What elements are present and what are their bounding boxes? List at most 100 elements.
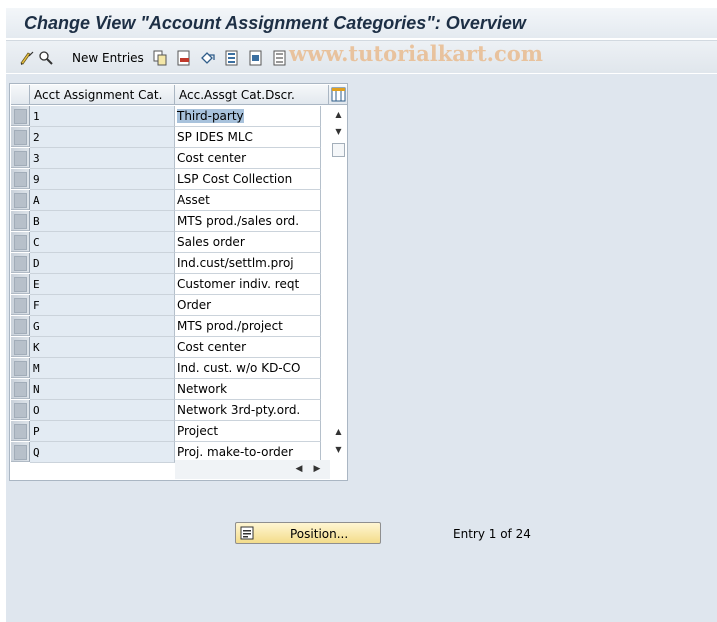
row-selector[interactable] [11, 400, 30, 420]
table-row[interactable]: B MTS prod./sales ord. [11, 211, 329, 232]
cell-acct-cat[interactable]: C [30, 232, 175, 253]
cell-description[interactable]: MTS prod./project [175, 316, 321, 337]
scroll-right-icon[interactable]: ▶ [309, 461, 325, 478]
row-selector[interactable] [11, 127, 30, 147]
cell-acct-cat[interactable]: 1 [30, 106, 175, 127]
edit-display-icon[interactable] [19, 50, 35, 66]
table-row[interactable]: 9 LSP Cost Collection [11, 169, 329, 190]
select-all-rows-header[interactable] [11, 85, 30, 105]
copy-icon[interactable] [152, 50, 168, 66]
table-row[interactable]: O Network 3rd-pty.ord. [11, 400, 329, 421]
cell-acct-cat[interactable]: N [30, 379, 175, 400]
cell-description[interactable]: Cost center [175, 148, 321, 169]
cell-acct-cat[interactable]: M [30, 358, 175, 379]
cell-description[interactable]: Order [175, 295, 321, 316]
cell-description-text: Cost center [177, 340, 247, 354]
scroll-up-icon[interactable]: ▲ [330, 106, 347, 123]
select-all-icon[interactable] [224, 50, 240, 66]
row-selector[interactable] [11, 274, 30, 294]
cell-acct-cat[interactable]: F [30, 295, 175, 316]
row-selector[interactable] [11, 379, 30, 399]
cell-description[interactable]: Ind.cust/settlm.proj [175, 253, 321, 274]
cell-description-text: Third-party [177, 109, 244, 123]
cell-description-text: Order [177, 298, 212, 312]
row-selector[interactable] [11, 148, 30, 168]
cell-acct-cat[interactable]: B [30, 211, 175, 232]
row-selector[interactable] [11, 421, 30, 441]
cell-description[interactable]: LSP Cost Collection [175, 169, 321, 190]
row-selector[interactable] [11, 190, 30, 210]
row-selector[interactable] [11, 358, 30, 378]
cell-acct-cat[interactable]: Q [30, 442, 175, 463]
table-row[interactable]: 1 Third-party [11, 106, 329, 127]
cell-description-text: Sales order [177, 235, 245, 249]
undo-icon[interactable] [200, 50, 216, 66]
table-row[interactable]: P Project [11, 421, 329, 442]
cell-description[interactable]: Third-party [175, 106, 321, 127]
table-row[interactable]: A Asset [11, 190, 329, 211]
table-row[interactable]: C Sales order [11, 232, 329, 253]
delete-icon[interactable] [176, 50, 192, 66]
table-row[interactable]: F Order [11, 295, 329, 316]
cell-description[interactable]: Cost center [175, 337, 321, 358]
scroll-left-icon[interactable]: ◀ [291, 461, 307, 478]
row-selector[interactable] [11, 253, 30, 273]
other-object-icon[interactable] [38, 50, 54, 66]
table-row[interactable]: K Cost center [11, 337, 329, 358]
cell-description[interactable]: MTS prod./sales ord. [175, 211, 321, 232]
cell-description-text: Network [177, 382, 228, 396]
cell-description-text: Proj. make-to-order [177, 445, 294, 459]
horizontal-scrollbar[interactable]: ◀ ▶ [175, 460, 330, 479]
cell-description[interactable]: Ind. cust. w/o KD-CO [175, 358, 321, 379]
cell-description-text: MTS prod./sales ord. [177, 214, 300, 228]
cell-acct-cat[interactable]: G [30, 316, 175, 337]
scroll-down-icon[interactable]: ▼ [330, 441, 347, 458]
row-selector[interactable] [11, 442, 30, 462]
new-entries-button[interactable]: New Entries [72, 51, 144, 65]
select-block-icon[interactable] [248, 50, 264, 66]
deselect-all-icon[interactable] [272, 50, 288, 66]
table-control: Acct Assignment Cat. Acc.Assgt Cat.Dscr.… [9, 83, 348, 481]
cell-description-text: Cost center [177, 151, 247, 165]
entry-counter: Entry 1 of 24 [453, 527, 531, 541]
page-down-icon[interactable]: ▼ [330, 123, 347, 140]
position-button[interactable]: Position... [235, 522, 381, 544]
cell-acct-cat[interactable]: P [30, 421, 175, 442]
cell-description[interactable]: Project [175, 421, 321, 442]
table-row[interactable]: E Customer indiv. reqt [11, 274, 329, 295]
row-selector[interactable] [11, 211, 30, 231]
row-selector[interactable] [11, 316, 30, 336]
cell-description[interactable]: Customer indiv. reqt [175, 274, 321, 295]
table-row[interactable]: G MTS prod./project [11, 316, 329, 337]
row-selector[interactable] [11, 169, 30, 189]
column-header-description[interactable]: Acc.Assgt Cat.Dscr. [175, 85, 330, 105]
cell-acct-cat[interactable]: E [30, 274, 175, 295]
column-header-acct-cat[interactable]: Acct Assignment Cat. [30, 85, 175, 105]
cell-acct-cat[interactable]: D [30, 253, 175, 274]
cell-acct-cat[interactable]: O [30, 400, 175, 421]
row-selector[interactable] [11, 295, 30, 315]
cell-description[interactable]: Asset [175, 190, 321, 211]
row-selector[interactable] [11, 106, 30, 126]
cell-acct-cat[interactable]: A [30, 190, 175, 211]
vertical-scrollbar[interactable]: ▲ ▼ ▲ ▼ [330, 106, 347, 460]
cell-acct-cat[interactable]: 2 [30, 127, 175, 148]
cell-acct-cat[interactable]: 9 [30, 169, 175, 190]
cell-acct-cat[interactable]: 3 [30, 148, 175, 169]
cell-description[interactable]: Network [175, 379, 321, 400]
cell-description[interactable]: Sales order [175, 232, 321, 253]
cell-description[interactable]: SP IDES MLC [175, 127, 321, 148]
scrollbar-thumb[interactable] [332, 143, 345, 157]
table-row[interactable]: N Network [11, 379, 329, 400]
table-row[interactable]: D Ind.cust/settlm.proj [11, 253, 329, 274]
table-settings-button[interactable] [328, 85, 347, 105]
table-row[interactable]: M Ind. cust. w/o KD-CO [11, 358, 329, 379]
row-selector[interactable] [11, 337, 30, 357]
cell-acct-cat[interactable]: K [30, 337, 175, 358]
row-selector[interactable] [11, 232, 30, 252]
page-up-icon[interactable]: ▲ [330, 423, 347, 440]
table-row[interactable]: 2 SP IDES MLC [11, 127, 329, 148]
table-row[interactable]: 3 Cost center [11, 148, 329, 169]
cell-description-text: Project [177, 424, 219, 438]
cell-description[interactable]: Network 3rd-pty.ord. [175, 400, 321, 421]
